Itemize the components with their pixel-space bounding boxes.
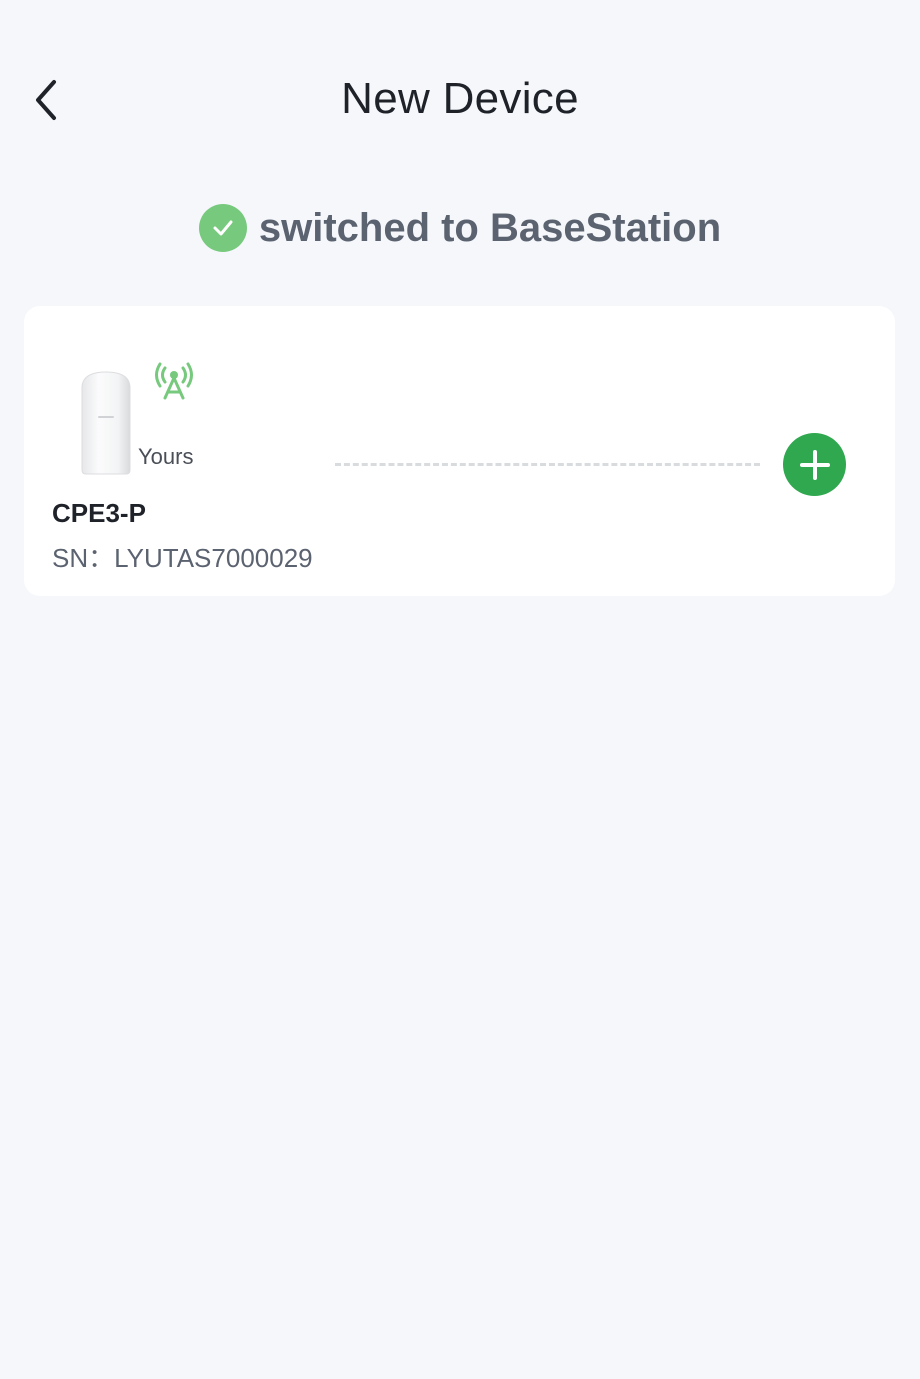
status-text: switched to BaseStation — [258, 205, 722, 250]
owner-label: Yours — [138, 444, 194, 469]
status-message: switched to BaseStation — [0, 198, 920, 258]
check-circle-icon — [198, 204, 247, 252]
add-device-button[interactable] — [783, 433, 846, 496]
page-title: New Device — [341, 74, 579, 123]
device-serial: SN：LYUTAS7000029 — [52, 543, 313, 573]
device-card: Yours CPE3-P SN：LYUTAS7000029 — [24, 306, 895, 596]
signal-tower-icon — [155, 362, 193, 400]
device-name: CPE3-P — [52, 498, 146, 528]
cpe-device-image — [81, 371, 131, 475]
connection-dash-line — [335, 463, 760, 466]
header: New Device — [0, 60, 920, 140]
plus-icon — [799, 449, 830, 480]
